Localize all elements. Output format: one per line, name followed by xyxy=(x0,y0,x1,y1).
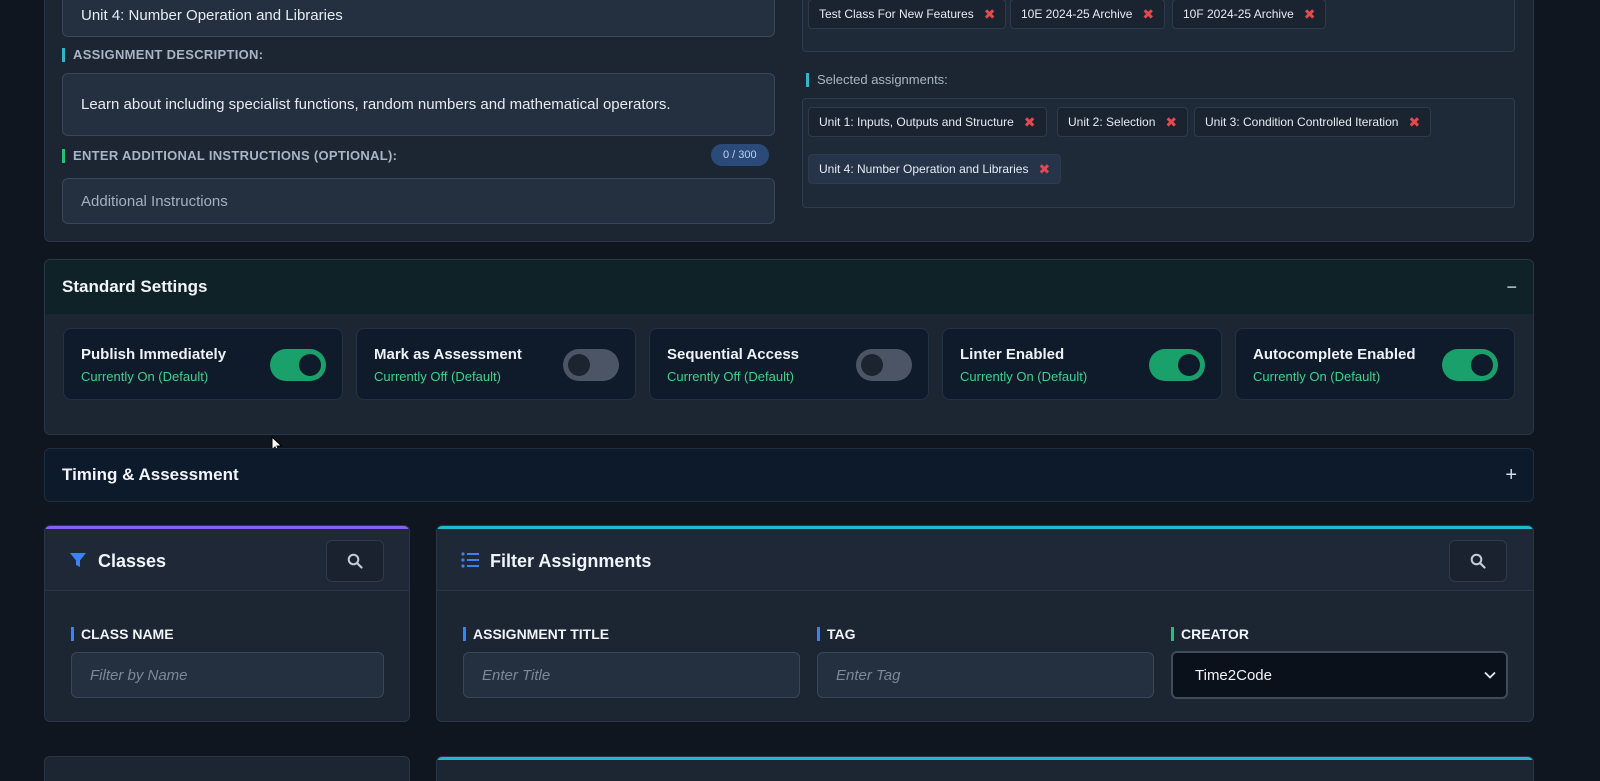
toggle-title: Mark as Assessment xyxy=(374,346,522,363)
toggle-card-sequential: Sequential Access Currently Off (Default… xyxy=(649,328,929,400)
selected-assignment-chip: Unit 3: Condition Controlled Iteration ✖ xyxy=(1194,107,1432,137)
toggle-card-assessment: Mark as Assessment Currently Off (Defaul… xyxy=(356,328,636,400)
assignment-description-label: ASSIGNMENT DESCRIPTION: xyxy=(62,48,263,62)
standard-settings-panel: Standard Settings − Publish Immediately … xyxy=(44,259,1534,435)
assignments-search-button[interactable] xyxy=(1449,540,1507,582)
classes-filter-card: Classes CLASS NAME Filter by Name xyxy=(44,525,410,722)
assignment-description-value: Learn about including specialist functio… xyxy=(81,96,671,113)
creator-select[interactable]: Time2Code xyxy=(1171,651,1508,699)
toggle-card-linter: Linter Enabled Currently On (Default) xyxy=(942,328,1222,400)
filter-assignments-header: Filter Assignments xyxy=(437,529,1533,591)
standard-settings-header[interactable]: Standard Settings − xyxy=(45,260,1533,314)
expand-icon[interactable]: + xyxy=(1505,464,1517,487)
remove-icon[interactable]: ✖ xyxy=(1304,6,1316,23)
collapse-icon[interactable]: − xyxy=(1506,277,1517,298)
additional-instructions-label: ENTER ADDITIONAL INSTRUCTIONS (OPTIONAL)… xyxy=(62,149,397,163)
filter-assignments-title: Filter Assignments xyxy=(490,551,652,571)
additional-instructions-placeholder: Additional Instructions xyxy=(81,192,228,210)
publish-immediately-switch[interactable] xyxy=(270,349,326,381)
assignments-list-card xyxy=(436,756,1534,781)
class-name-input[interactable]: Filter by Name xyxy=(71,652,384,698)
selected-class-chip: 10F 2024-25 Archive ✖ xyxy=(1172,0,1327,29)
toggle-status: Currently On (Default) xyxy=(960,369,1088,384)
chip-label: Unit 1: Inputs, Outputs and Structure xyxy=(819,115,1014,129)
assignment-title-placeholder: Enter Title xyxy=(482,666,551,684)
assignment-description-field[interactable]: Learn about including specialist functio… xyxy=(62,73,775,136)
toggle-status: Currently Off (Default) xyxy=(374,369,501,384)
chip-label: Unit 3: Condition Controlled Iteration xyxy=(1205,115,1399,129)
classes-card-header: Classes xyxy=(45,529,409,591)
toggle-title: Sequential Access xyxy=(667,346,800,363)
class-name-placeholder: Filter by Name xyxy=(90,666,188,684)
selected-assignment-chip: Unit 1: Inputs, Outputs and Structure ✖ xyxy=(808,107,1047,137)
tag-input[interactable]: Enter Tag xyxy=(817,652,1154,698)
accent-bar xyxy=(437,757,1533,760)
remove-icon[interactable]: ✖ xyxy=(1024,114,1036,131)
filter-icon xyxy=(70,553,86,567)
classes-list-card xyxy=(44,756,410,781)
linter-enabled-switch[interactable] xyxy=(1149,349,1205,381)
filter-assignments-card: Filter Assignments ASSIGNMENT TITLE Ente… xyxy=(436,525,1534,722)
standard-settings-title: Standard Settings xyxy=(62,277,208,296)
selected-assignment-chip: Unit 4: Number Operation and Libraries ✖ xyxy=(808,154,1062,184)
chip-label: Unit 2: Selection xyxy=(1068,115,1156,129)
remove-icon[interactable]: ✖ xyxy=(1142,6,1154,23)
toggle-card-publish: Publish Immediately Currently On (Defaul… xyxy=(63,328,343,400)
creator-selected-value: Time2Code xyxy=(1195,666,1272,684)
chip-label: 10F 2024-25 Archive xyxy=(1183,7,1294,21)
timing-assessment-title: Timing & Assessment xyxy=(62,465,239,484)
toggle-card-autocomplete: Autocomplete Enabled Currently On (Defau… xyxy=(1235,328,1515,400)
toggle-status: Currently On (Default) xyxy=(1253,369,1381,384)
mark-as-assessment-switch[interactable] xyxy=(563,349,619,381)
tag-label: TAG xyxy=(817,627,856,641)
assignment-title-label: ASSIGNMENT TITLE xyxy=(463,627,609,641)
selected-assignment-chip: Unit 2: Selection ✖ xyxy=(1057,107,1189,137)
character-counter-badge: 0 / 300 xyxy=(711,144,769,166)
toggle-status: Currently On (Default) xyxy=(81,369,209,384)
search-icon xyxy=(347,553,363,569)
chip-label: 10E 2024-25 Archive xyxy=(1021,7,1133,21)
toggle-status: Currently Off (Default) xyxy=(667,369,794,384)
toggle-title: Autocomplete Enabled xyxy=(1253,346,1416,363)
remove-icon[interactable]: ✖ xyxy=(1408,114,1420,131)
creator-label: CREATOR xyxy=(1171,627,1249,641)
assignment-title-value: Unit 4: Number Operation and Libraries xyxy=(81,7,343,24)
toggle-title: Publish Immediately xyxy=(81,346,227,363)
assignment-title-input[interactable]: Enter Title xyxy=(463,652,800,698)
toggle-title: Linter Enabled xyxy=(960,346,1065,363)
classes-search-button[interactable] xyxy=(326,540,384,582)
sequential-access-switch[interactable] xyxy=(856,349,912,381)
chip-label: Test Class For New Features xyxy=(819,7,974,21)
chip-label: Unit 4: Number Operation and Libraries xyxy=(819,162,1029,176)
selected-assignments-label: Selected assignments: xyxy=(806,73,948,87)
search-icon xyxy=(1470,553,1486,569)
class-name-label: CLASS NAME xyxy=(71,627,174,641)
remove-icon[interactable]: ✖ xyxy=(1038,161,1050,178)
selected-class-chip: 10E 2024-25 Archive ✖ xyxy=(1010,0,1166,29)
remove-icon[interactable]: ✖ xyxy=(984,6,996,23)
chevron-down-icon xyxy=(1484,671,1496,679)
remove-icon[interactable]: ✖ xyxy=(1165,114,1177,131)
additional-instructions-input[interactable]: Additional Instructions xyxy=(62,178,775,224)
selected-class-chip: Test Class For New Features ✖ xyxy=(808,0,1007,29)
assignment-title-field[interactable]: Unit 4: Number Operation and Libraries xyxy=(62,0,775,37)
autocomplete-enabled-switch[interactable] xyxy=(1442,349,1498,381)
timing-assessment-panel[interactable]: Timing & Assessment + xyxy=(44,448,1534,502)
classes-card-title: Classes xyxy=(98,551,167,571)
list-icon xyxy=(461,552,479,568)
tag-placeholder: Enter Tag xyxy=(836,666,901,684)
